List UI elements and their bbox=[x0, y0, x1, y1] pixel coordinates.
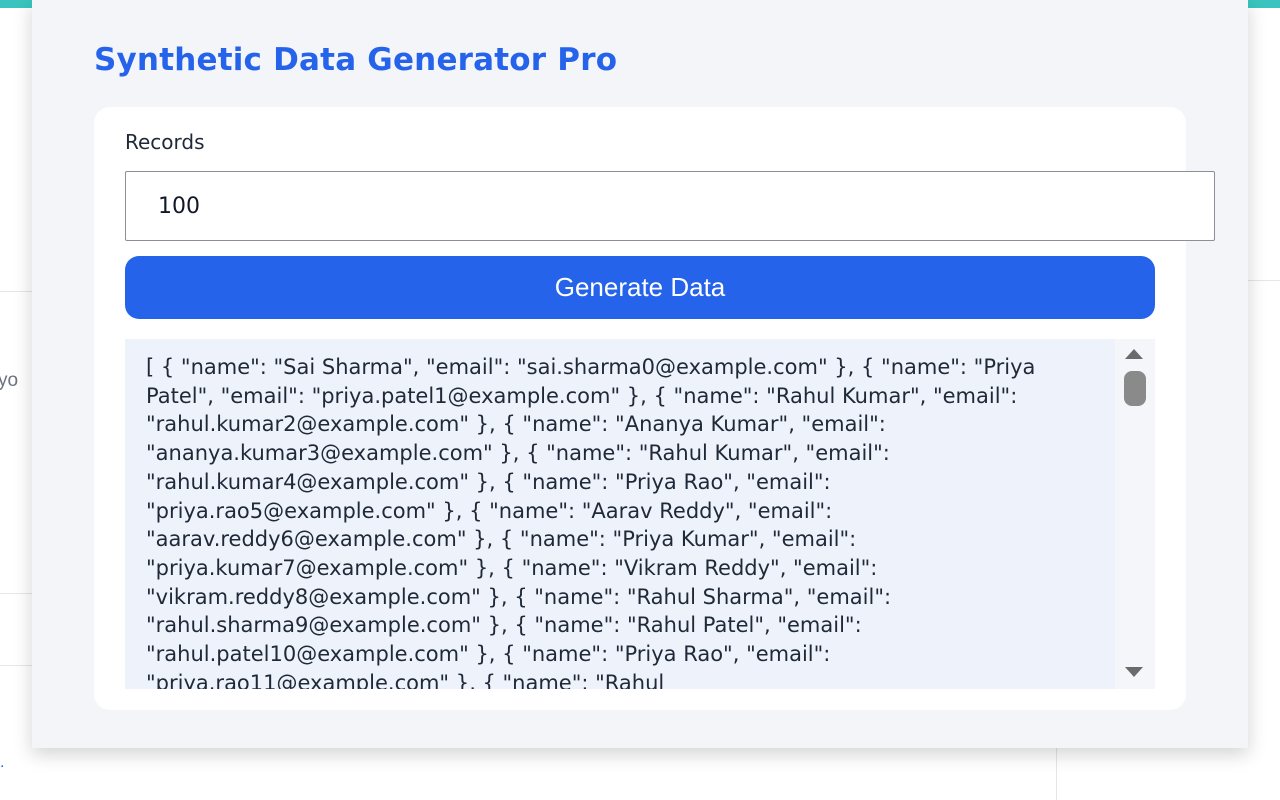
background-vertical-divider bbox=[1056, 748, 1057, 800]
app-title: Synthetic Data Generator Pro bbox=[94, 42, 618, 78]
records-label: Records bbox=[125, 130, 205, 154]
triangle-down-icon[interactable] bbox=[1125, 667, 1143, 677]
extension-popup: Synthetic Data Generator Pro Records Gen… bbox=[32, 0, 1248, 748]
background-divider bbox=[0, 593, 32, 594]
background-text: yo bbox=[0, 370, 19, 391]
output-json-text[interactable]: [ { "name": "Sai Sharma", "email": "sai.… bbox=[125, 339, 1115, 689]
generator-card: Records Generate Data [ { "name": "Sai S… bbox=[94, 107, 1215, 710]
output-scrollbar[interactable] bbox=[1115, 339, 1155, 689]
background-link[interactable]: . bbox=[0, 754, 4, 772]
scrollbar-thumb[interactable] bbox=[1124, 371, 1146, 406]
triangle-up-icon[interactable] bbox=[1125, 349, 1143, 359]
records-input[interactable] bbox=[125, 171, 1215, 241]
output-area[interactable]: [ { "name": "Sai Sharma", "email": "sai.… bbox=[125, 339, 1155, 689]
background-divider bbox=[1248, 280, 1280, 281]
background-divider bbox=[0, 291, 32, 292]
generate-data-button[interactable]: Generate Data bbox=[125, 256, 1155, 319]
background-divider bbox=[0, 665, 32, 666]
